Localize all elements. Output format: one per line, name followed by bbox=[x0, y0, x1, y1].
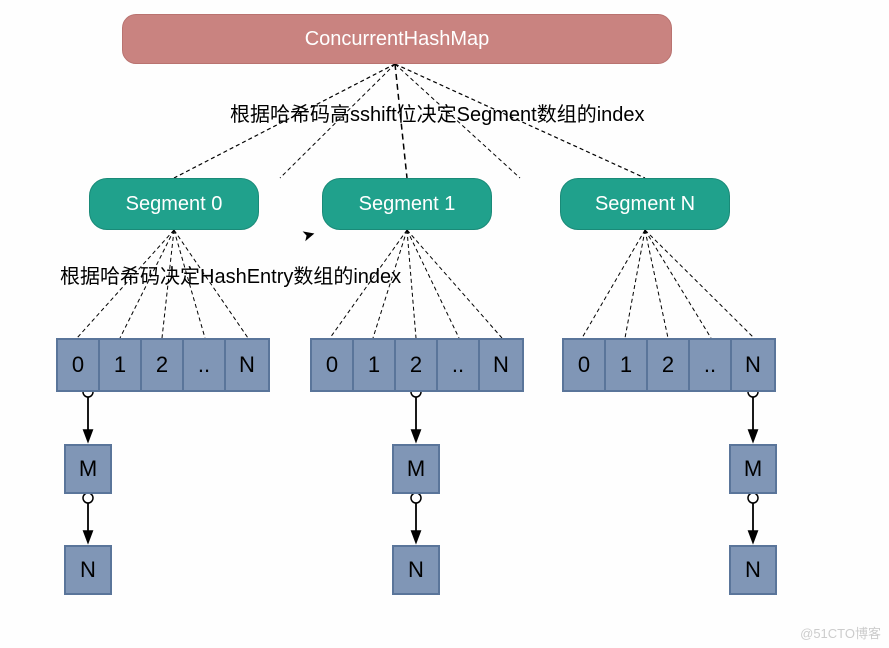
entry-array-0: 0 1 2 .. N bbox=[56, 338, 270, 392]
entry-index-caption: 根据哈希码决定HashEntry数组的index bbox=[60, 260, 401, 289]
entry-cell: 1 bbox=[606, 340, 648, 390]
entry-cell: 0 bbox=[564, 340, 606, 390]
entry-cell: .. bbox=[438, 340, 480, 390]
title-label: ConcurrentHashMap bbox=[305, 28, 490, 51]
chain-node-n-0: N bbox=[64, 545, 112, 595]
segment-label: Segment 0 bbox=[126, 193, 223, 216]
entry-cell: 2 bbox=[396, 340, 438, 390]
entry-cell: 1 bbox=[354, 340, 396, 390]
segment-label: Segment 1 bbox=[359, 193, 456, 216]
entry-cell: 2 bbox=[142, 340, 184, 390]
segment-0: Segment 0 bbox=[89, 178, 259, 230]
entry-cell: 2 bbox=[648, 340, 690, 390]
chain-node-n-1: N bbox=[392, 545, 440, 595]
cursor-icon: ➤ bbox=[300, 224, 318, 247]
entry-cell: N bbox=[732, 340, 774, 390]
entry-cell: N bbox=[480, 340, 522, 390]
entry-cell: 0 bbox=[312, 340, 354, 390]
entry-cell: 1 bbox=[100, 340, 142, 390]
watermark: @51CTO博客 bbox=[800, 623, 881, 642]
segment-label: Segment N bbox=[595, 193, 695, 216]
entry-cell: .. bbox=[184, 340, 226, 390]
segment-n: Segment N bbox=[560, 178, 730, 230]
entry-cell: N bbox=[226, 340, 268, 390]
entry-cell: .. bbox=[690, 340, 732, 390]
entry-array-n: 0 1 2 .. N bbox=[562, 338, 776, 392]
chain-node-m-n: M bbox=[729, 444, 777, 494]
chain-node-m-1: M bbox=[392, 444, 440, 494]
title-box: ConcurrentHashMap bbox=[122, 14, 672, 64]
segment-index-caption: 根据哈希码高sshift位决定Segment数组的index bbox=[230, 98, 645, 127]
chain-node-n-n: N bbox=[729, 545, 777, 595]
segment-1: Segment 1 bbox=[322, 178, 492, 230]
chain-node-m-0: M bbox=[64, 444, 112, 494]
entry-cell: 0 bbox=[58, 340, 100, 390]
entry-array-1: 0 1 2 .. N bbox=[310, 338, 524, 392]
